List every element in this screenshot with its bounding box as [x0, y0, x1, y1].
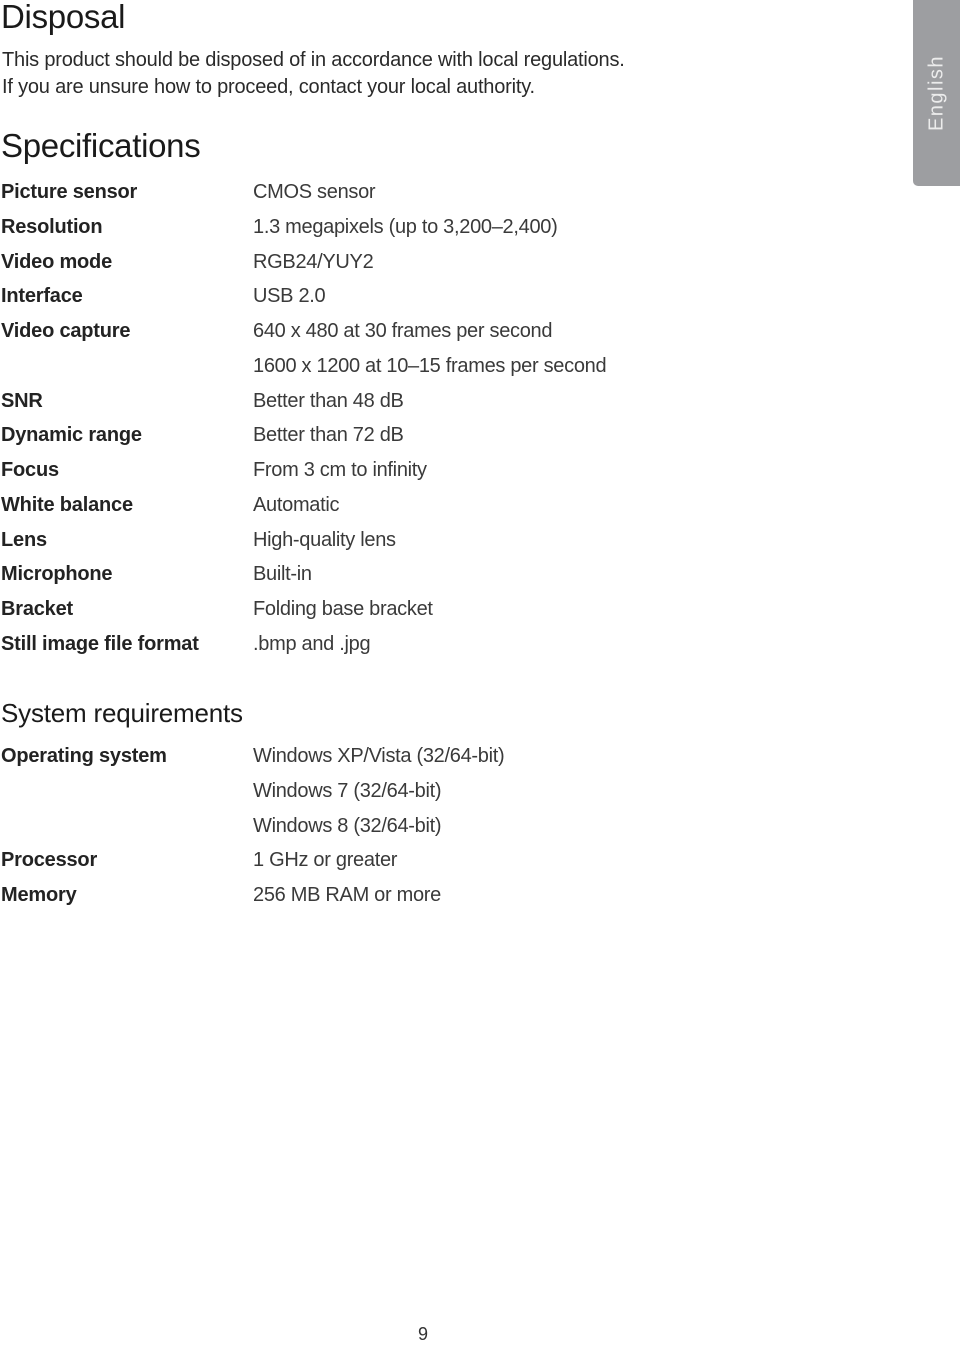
spec-value: RGB24/YUY2	[253, 250, 374, 273]
spec-row: Picture sensor CMOS sensor	[0, 175, 860, 210]
requirement-row: Operating system Windows XP/Vista (32/64-…	[0, 739, 860, 774]
system-requirements-table: Operating system Windows XP/Vista (32/64-…	[0, 739, 860, 913]
requirement-value: 256 MB RAM or more	[253, 884, 441, 906]
manual-page: Disposal This product should be disposed…	[0, 0, 960, 1344]
spec-label: Bracket	[1, 598, 73, 620]
spec-row: Focus From 3 cm to infinity	[0, 453, 860, 488]
spec-label: Interface	[1, 285, 83, 308]
spec-value: 1600 x 1200 at 10–15 frames per second	[253, 354, 607, 377]
spec-value: Automatic	[253, 493, 340, 516]
disposal-line: If you are unsure how to proceed, contac…	[2, 76, 535, 98]
language-tab-label: English	[925, 54, 947, 132]
page-number: 9	[418, 1324, 429, 1344]
spec-label: Still image file format	[1, 632, 199, 655]
requirement-row: Memory 256 MB RAM or more	[0, 878, 860, 913]
spec-label: Resolution	[1, 215, 103, 238]
spec-value: High-quality lens	[253, 528, 396, 551]
spec-value: .bmp and .jpg	[253, 632, 371, 655]
requirement-label: Memory	[1, 884, 77, 906]
requirement-value: Windows 7 (32/64-bit)	[253, 779, 442, 802]
spec-label: Focus	[1, 459, 59, 481]
spec-label: SNR	[1, 389, 43, 412]
system-requirements-heading: System requirements	[1, 698, 243, 728]
spec-label: Microphone	[1, 563, 113, 586]
disposal-paragraph: This product should be disposed of in ac…	[2, 47, 625, 101]
spec-label: Lens	[1, 528, 47, 551]
spec-value: From 3 cm to infinity	[253, 459, 427, 481]
spec-label: Video capture	[1, 320, 131, 342]
language-tab: English	[913, 0, 960, 186]
spec-row: Video capture 640 x 480 at 30 frames per …	[0, 314, 860, 349]
spec-row: Resolution 1.3 megapixels (up to 3,200–2,…	[0, 210, 860, 245]
spec-row: Microphone Built-in	[0, 557, 860, 592]
requirement-value: Windows 8 (32/64-bit)	[253, 814, 442, 837]
requirement-value: Windows XP/Vista (32/64-bit)	[253, 745, 505, 767]
requirement-row: Windows 8 (32/64-bit)	[0, 809, 860, 844]
spec-value: Folding base bracket	[253, 598, 433, 620]
spec-row: Lens High-quality lens	[0, 523, 860, 558]
spec-row: White balance Automatic	[0, 488, 860, 523]
spec-value: CMOS sensor	[253, 181, 376, 203]
spec-value: 1.3 megapixels (up to 3,200–2,400)	[253, 215, 558, 238]
spec-label: Dynamic range	[1, 424, 142, 447]
disposal-line: This product should be disposed of in ac…	[2, 49, 625, 71]
spec-value: Better than 72 dB	[253, 424, 404, 447]
requirement-label: Processor	[1, 849, 98, 872]
requirement-row: Windows 7 (32/64-bit)	[0, 774, 860, 809]
spec-row: Interface USB 2.0	[0, 279, 860, 314]
requirement-label: Operating system	[1, 745, 167, 767]
spec-value: Better than 48 dB	[253, 389, 404, 412]
spec-label: White balance	[1, 493, 133, 516]
specifications-table: Picture sensor CMOS sensor Resolution 1.3 …	[0, 175, 860, 662]
spec-row: Video mode RGB24/YUY2	[0, 245, 860, 280]
requirement-row: Processor 1 GHz or greater	[0, 843, 860, 878]
spec-value: Built-in	[253, 563, 312, 586]
spec-row: Dynamic range Better than 72 dB	[0, 418, 860, 453]
spec-row: Still image file format .bmp and .jpg	[0, 627, 860, 662]
disposal-heading: Disposal	[1, 0, 126, 35]
spec-row: 1600 x 1200 at 10–15 frames per second	[0, 349, 860, 384]
requirement-value: 1 GHz or greater	[253, 849, 398, 872]
spec-row: Bracket Folding base bracket	[0, 592, 860, 627]
spec-label: Picture sensor	[1, 181, 138, 203]
spec-label: Video mode	[1, 250, 112, 273]
spec-row: SNR Better than 48 dB	[0, 384, 860, 419]
specifications-heading: Specifications	[1, 127, 201, 164]
spec-value: 640 x 480 at 30 frames per second	[253, 320, 553, 342]
spec-value: USB 2.0	[253, 285, 326, 308]
